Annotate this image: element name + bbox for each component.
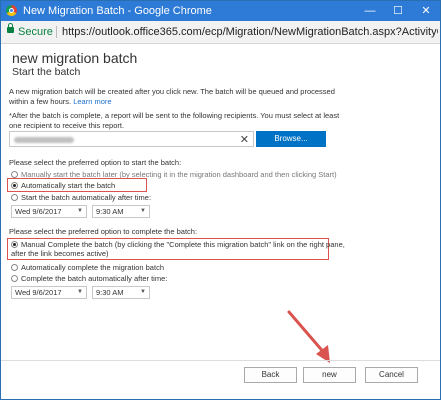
chrome-icon: [6, 5, 17, 16]
maximize-button[interactable]: ☐: [384, 1, 412, 21]
chevron-down-icon: ▼: [77, 208, 83, 214]
complete-manual-radio[interactable]: [11, 241, 18, 248]
window-title: New Migration Batch - Google Chrome: [23, 5, 212, 17]
chevron-down-icon: ▼: [140, 289, 146, 295]
lock-icon: [7, 23, 14, 33]
recipient-field[interactable]: ✕: [9, 131, 254, 147]
back-button[interactable]: Back: [244, 367, 297, 383]
intro-text-line1: A new migration batch will be created af…: [9, 87, 335, 96]
complete-manual-label-cont: after the link becomes active): [11, 249, 109, 258]
cancel-button[interactable]: Cancel: [365, 367, 418, 383]
footer-divider: [1, 360, 440, 361]
intro-text-prefix: within a few hours.: [9, 97, 72, 106]
title-bar: New Migration Batch - Google Chrome — ☐ …: [1, 1, 440, 21]
highlight-box: [7, 178, 147, 192]
learn-more-link[interactable]: Learn more: [73, 97, 111, 106]
new-button[interactable]: new: [303, 367, 356, 383]
complete-after-time-label: Complete the batch automatically after t…: [21, 274, 168, 283]
complete-auto-radio[interactable]: [11, 264, 18, 271]
complete-manual-label: Manual Complete the batch (by clicking t…: [21, 240, 345, 249]
arrow-annotation-icon: [287, 310, 330, 363]
intro-text-line2: within a few hours. Learn more: [9, 97, 112, 106]
chevron-down-icon: ▼: [140, 208, 146, 214]
start-time-value: 9:30 AM: [96, 207, 124, 216]
complete-date-select[interactable]: Wed 9/6/2017 ▼: [11, 286, 87, 299]
secure-label: Secure: [18, 26, 53, 38]
complete-prompt: Please select the preferred option to co…: [9, 227, 198, 236]
start-date-select[interactable]: Wed 9/6/2017 ▼: [11, 205, 87, 218]
divider: [56, 26, 57, 38]
start-date-value: Wed 9/6/2017: [15, 207, 62, 216]
complete-date-value: Wed 9/6/2017: [15, 288, 62, 297]
remove-recipient-icon[interactable]: ✕: [240, 133, 249, 146]
complete-time-value: 9:30 AM: [96, 288, 124, 297]
minimize-button[interactable]: —: [356, 1, 384, 21]
page-content: new migration batch Start the batch A ne…: [1, 44, 440, 399]
chevron-down-icon: ▼: [77, 289, 83, 295]
start-after-time-radio[interactable]: [11, 194, 18, 201]
start-manual-radio[interactable]: [11, 171, 18, 178]
page-subtitle: Start the batch: [12, 66, 81, 78]
complete-time-select[interactable]: 9:30 AM ▼: [92, 286, 150, 299]
browse-button[interactable]: Browse...: [256, 131, 326, 147]
browser-window: New Migration Batch - Google Chrome — ☐ …: [0, 0, 441, 400]
complete-after-time-radio[interactable]: [11, 275, 18, 282]
redacted-recipient: [14, 137, 74, 143]
url-text[interactable]: https://outlook.office365.com/ecp/Migrat…: [62, 26, 438, 38]
report-text-line1: *After the batch is complete, a report w…: [9, 111, 340, 120]
start-prompt: Please select the preferred option to st…: [9, 158, 182, 167]
start-after-time-label: Start the batch automatically after time…: [21, 193, 152, 202]
complete-auto-label: Automatically complete the migration bat…: [21, 263, 164, 272]
page-title: new migration batch: [12, 50, 138, 66]
report-text-line2: one recipient to receive this report.: [9, 121, 125, 130]
address-bar[interactable]: Secure https://outlook.office365.com/ecp…: [1, 21, 440, 44]
start-time-select[interactable]: 9:30 AM ▼: [92, 205, 150, 218]
close-window-button[interactable]: ✕: [412, 1, 440, 21]
